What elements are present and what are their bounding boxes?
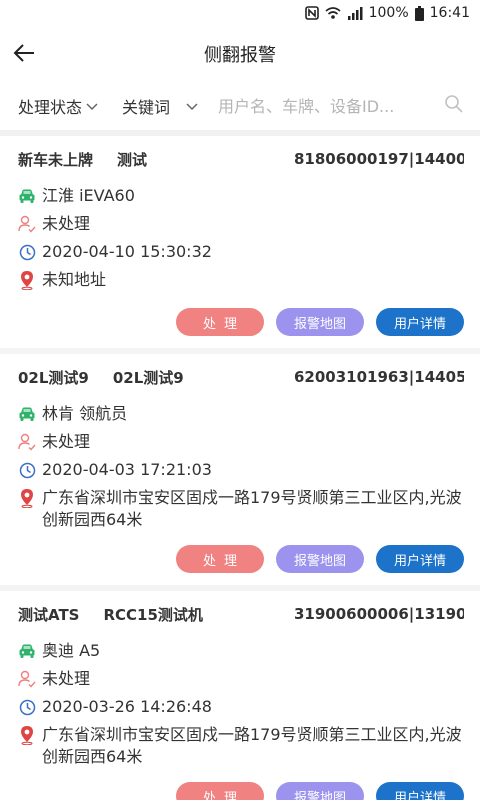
user-name: 新车未上牌	[18, 150, 94, 169]
user-status-icon	[18, 431, 36, 453]
card-header: 新车未上牌 测试 81806000197|14400...	[18, 136, 464, 182]
clock-time: 16:41	[429, 5, 470, 21]
status-bar: 100% 16:41	[0, 0, 480, 26]
car-icon	[18, 640, 36, 662]
user-detail-button[interactable]: 用户详情	[376, 308, 464, 336]
vehicle-row: 林肯 领航员	[18, 400, 464, 428]
battery-percent: 100%	[368, 5, 409, 21]
alarm-map-button[interactable]: 报警地图	[276, 308, 364, 336]
handle-button[interactable]: 处理	[176, 545, 264, 573]
vehicle-name: RCC15测试机	[103, 605, 203, 624]
alarm-address: 广东省深圳市宝安区固戍一路179号贤顺第三工业区内,光波创新园西64米	[42, 488, 462, 529]
user-status-icon	[18, 668, 36, 690]
card-actions: 处理 报警地图 用户详情	[18, 294, 464, 348]
location-pin-icon	[18, 487, 36, 509]
vehicle-row: 奥迪 A5	[18, 637, 464, 665]
address-row: 广东省深圳市宝安区固戍一路179号贤顺第三工业区内,光波创新园西64米	[18, 721, 464, 768]
address-row: 广东省深圳市宝安区固戍一路179号贤顺第三工业区内,光波创新园西64米	[18, 484, 464, 531]
filter-bar: 处理状态 关键词	[0, 82, 480, 130]
vehicle-model: 奥迪 A5	[42, 641, 101, 660]
alarm-list: 新车未上牌 测试 81806000197|14400... 江淮 iEVA60 …	[0, 136, 480, 800]
page-title: 侧翻报警	[204, 45, 276, 66]
device-ids: 31900600006|131900...	[294, 605, 464, 623]
car-icon	[18, 185, 36, 207]
clock-icon	[18, 241, 36, 263]
car-icon	[18, 403, 36, 425]
alarm-address: 未知地址	[42, 270, 107, 289]
chevron-down-icon	[86, 103, 98, 111]
alarm-map-button[interactable]: 报警地图	[276, 545, 364, 573]
user-name: 测试ATS	[18, 605, 80, 624]
header: 侧翻报警	[0, 26, 480, 82]
back-arrow-icon[interactable]	[12, 40, 38, 66]
card-actions: 处理 报警地图 用户详情	[18, 768, 464, 800]
status-filter-dropdown[interactable]: 处理状态	[18, 94, 122, 118]
signal-icon	[347, 6, 363, 20]
user-status-icon	[18, 213, 36, 235]
alarm-card: 测试ATS RCC15测试机 31900600006|131900... 奥迪 …	[0, 591, 480, 800]
vehicle-model: 江淮 iEVA60	[42, 186, 135, 205]
nfc-icon	[304, 6, 319, 20]
user-detail-button[interactable]: 用户详情	[376, 545, 464, 573]
location-pin-icon	[18, 724, 36, 746]
address-row: 未知地址	[18, 266, 464, 294]
device-ids: 62003101963|144056...	[294, 368, 464, 386]
device-ids: 81806000197|14400...	[294, 150, 464, 168]
card-header: 02L测试9 02L测试9 62003101963|144056...	[18, 354, 464, 400]
user-name: 02L测试9	[18, 368, 89, 387]
wifi-icon	[325, 6, 341, 20]
vehicle-row: 江淮 iEVA60	[18, 182, 464, 210]
status-row: 未处理	[18, 665, 464, 693]
vehicle-model: 林肯 领航员	[42, 404, 128, 423]
status-filter-label: 处理状态	[18, 98, 83, 117]
time-row: 2020-04-10 15:30:32	[18, 238, 464, 266]
alarm-map-button[interactable]: 报警地图	[276, 782, 364, 800]
status-row: 未处理	[18, 210, 464, 238]
search-input[interactable]	[218, 96, 408, 116]
keyword-filter-dropdown[interactable]: 关键词	[122, 94, 218, 118]
alarm-address: 广东省深圳市宝安区固戍一路179号贤顺第三工业区内,光波创新园西64米	[42, 725, 462, 766]
clock-icon	[18, 459, 36, 481]
process-status: 未处理	[42, 214, 91, 233]
alarm-time: 2020-04-03 17:21:03	[42, 460, 212, 479]
alarm-card: 02L测试9 02L测试9 62003101963|144056... 林肯 领…	[0, 354, 480, 591]
process-status: 未处理	[42, 432, 91, 451]
clock-icon	[18, 696, 36, 718]
status-row: 未处理	[18, 428, 464, 456]
alarm-time: 2020-04-10 15:30:32	[42, 242, 212, 261]
card-header: 测试ATS RCC15测试机 31900600006|131900...	[18, 591, 464, 637]
location-pin-icon	[18, 269, 36, 291]
vehicle-name: 02L测试9	[112, 368, 184, 387]
card-actions: 处理 报警地图 用户详情	[18, 531, 464, 585]
time-row: 2020-03-26 14:26:48	[18, 693, 464, 721]
time-row: 2020-04-03 17:21:03	[18, 456, 464, 484]
process-status: 未处理	[42, 669, 91, 688]
search-icon[interactable]	[444, 94, 464, 118]
handle-button[interactable]: 处理	[176, 308, 264, 336]
handle-button[interactable]: 处理	[176, 782, 264, 800]
alarm-card: 新车未上牌 测试 81806000197|14400... 江淮 iEVA60 …	[0, 136, 480, 354]
alarm-time: 2020-03-26 14:26:48	[42, 697, 212, 716]
keyword-filter-label: 关键词	[122, 98, 171, 117]
chevron-down-icon	[186, 103, 198, 111]
battery-icon	[414, 5, 424, 21]
search-box	[218, 94, 464, 118]
user-detail-button[interactable]: 用户详情	[376, 782, 464, 800]
vehicle-name: 测试	[117, 150, 148, 169]
